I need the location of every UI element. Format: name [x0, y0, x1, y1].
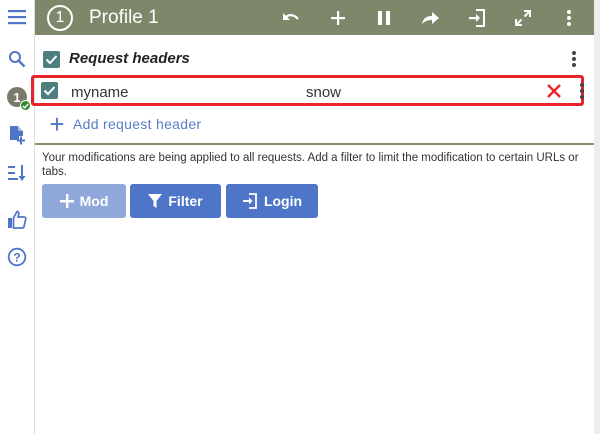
- pause-icon[interactable]: [370, 4, 398, 32]
- login-button-label: Login: [263, 193, 303, 209]
- info-text: Your modifications are being applied to …: [42, 152, 579, 178]
- add-file-icon[interactable]: [0, 118, 34, 152]
- menu-icon[interactable]: [0, 0, 34, 34]
- section-more-icon[interactable]: [568, 49, 580, 69]
- more-vert-icon[interactable]: [555, 4, 583, 32]
- add-request-header-button[interactable]: + Add request header: [47, 109, 202, 139]
- check-icon: [20, 100, 31, 111]
- request-headers-section: Request headers: [35, 44, 594, 74]
- filter-button-label: Filter: [168, 193, 203, 209]
- add-request-header-label: Add request header: [73, 116, 202, 132]
- help-icon[interactable]: ?: [0, 240, 34, 274]
- profile-title[interactable]: Profile 1: [89, 7, 159, 29]
- mod-button[interactable]: Mod: [42, 184, 126, 218]
- mod-button-label: Mod: [79, 193, 109, 209]
- sort-icon[interactable]: [0, 156, 34, 190]
- delete-header-icon[interactable]: [544, 81, 564, 101]
- plus-icon: +: [49, 109, 65, 139]
- plus-icon: [59, 194, 74, 208]
- share-icon[interactable]: [416, 4, 444, 32]
- header-row-more-icon[interactable]: [576, 81, 588, 101]
- add-icon[interactable]: [324, 4, 352, 32]
- expand-icon[interactable]: [509, 4, 537, 32]
- thumbs-up-icon[interactable]: [0, 202, 34, 236]
- profile-switch-button[interactable]: 1: [0, 80, 34, 114]
- app-window: 1 ? 1 Profile 1 Request headers myname s…: [0, 0, 600, 434]
- filter-button[interactable]: Filter: [130, 184, 221, 218]
- filter-icon: [148, 193, 163, 208]
- header-value-field[interactable]: snow: [306, 84, 341, 101]
- profile-number: 1: [47, 4, 73, 31]
- login-button[interactable]: Login: [226, 184, 318, 218]
- login-icon: [242, 193, 257, 209]
- sidebar: 1 ?: [0, 0, 35, 434]
- header-row: myname snow: [31, 75, 584, 106]
- scrollbar[interactable]: [594, 0, 600, 434]
- topbar: 1 Profile 1: [35, 0, 594, 35]
- header-name-field[interactable]: myname: [71, 84, 129, 101]
- section-title: Request headers: [69, 50, 190, 67]
- header-row-checkbox[interactable]: [41, 82, 58, 99]
- svg-text:?: ?: [13, 250, 20, 264]
- import-icon[interactable]: [463, 4, 491, 32]
- request-headers-checkbox[interactable]: [43, 51, 60, 68]
- profile-badge: 1: [7, 87, 31, 111]
- search-icon[interactable]: [0, 42, 34, 76]
- divider: [35, 143, 594, 145]
- undo-icon[interactable]: [277, 4, 305, 32]
